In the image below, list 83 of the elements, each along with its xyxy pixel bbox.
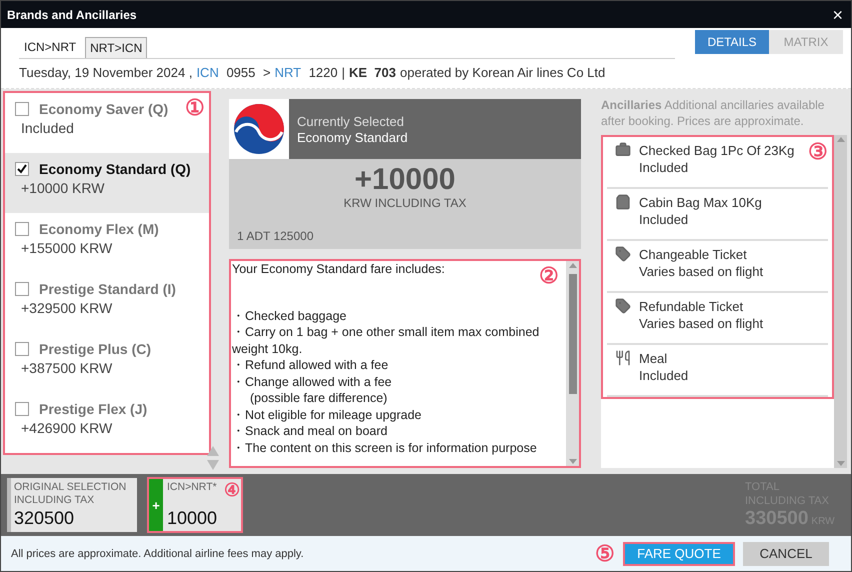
checkbox[interactable] xyxy=(15,162,29,176)
scrollbar[interactable] xyxy=(566,261,579,466)
utensils-icon xyxy=(615,350,631,366)
departure-time: 0955 xyxy=(225,65,256,80)
scroll-down-icon[interactable] xyxy=(568,459,576,464)
scroll-up-icon[interactable] xyxy=(836,137,844,142)
passenger-fare: 1 ADT 125000 xyxy=(236,229,315,245)
checkbox[interactable] xyxy=(15,282,29,296)
details-line: ・The content on this screen is for information purpose xyxy=(232,440,538,456)
details-line: ・Checked baggage xyxy=(232,308,348,324)
footer-note: All prices are approximate. Additional airline fees may apply. xyxy=(11,548,304,560)
fare-name: Prestige Flex (J) xyxy=(39,401,148,417)
ancillary-status: Varies based on flight xyxy=(639,263,764,280)
flight-date: Tuesday, 19 November 2024 , xyxy=(19,65,192,80)
fare-price: +329500 KRW xyxy=(20,300,114,316)
ancillary-name: Changeable Ticket xyxy=(639,246,748,264)
ancillary-status: Included xyxy=(639,367,688,384)
fare-name: Prestige Plus (C) xyxy=(39,341,152,357)
fare-name: Economy Flex (M) xyxy=(39,221,159,237)
details-line: ・Not eligible for mileage upgrade xyxy=(232,406,422,423)
bag-icon xyxy=(615,194,631,210)
fare-price: +387500 KRW xyxy=(20,360,114,376)
route-tab[interactable]: NRT>ICN xyxy=(85,37,148,58)
details-line: (possible fare difference) xyxy=(249,390,388,406)
ancillary-status: Varies based on flight xyxy=(639,315,764,332)
change-amount: 10000 xyxy=(167,507,218,529)
route-arrow: > xyxy=(263,65,271,80)
callout-number: ⑤ xyxy=(595,542,615,564)
window-title: Brands and Ancillaries xyxy=(7,8,137,22)
fare-price: Included xyxy=(20,120,75,136)
checkbox[interactable] xyxy=(15,342,29,356)
flight-number: KE 703 xyxy=(349,65,396,80)
checkbox[interactable] xyxy=(15,222,29,236)
details-line: ・Snack and meal on board xyxy=(232,423,388,440)
callout-number: ③ xyxy=(808,141,828,164)
fare-price: +426900 KRW xyxy=(20,420,114,436)
checkbox[interactable] xyxy=(15,102,29,116)
fare-price: +10000 KRW xyxy=(20,180,106,196)
fare-name: Economy Saver (Q) xyxy=(39,101,168,117)
ancillary-name: Cabin Bag Max 10Kg xyxy=(639,194,762,212)
scroll-down-icon[interactable] xyxy=(836,461,844,466)
original-label: ORIGINAL SELECTION INCLUDING TAX xyxy=(14,481,128,507)
briefcase-icon xyxy=(615,142,631,158)
ancillary-status: Included xyxy=(639,159,690,176)
details-line: ・Carry on 1 bag + one other small item max combined weight 10kg. xyxy=(232,324,540,357)
check-icon xyxy=(16,163,28,175)
details-line: ・Change allowed with a fee xyxy=(232,374,393,390)
separator: | xyxy=(342,65,346,80)
fare-name: Prestige Standard (I) xyxy=(39,281,176,297)
close-button[interactable]: × xyxy=(830,6,845,24)
destination-code: NRT xyxy=(274,65,302,80)
price-difference: +10000 xyxy=(354,163,456,196)
airline-logo xyxy=(232,102,286,156)
ancillary-name: Meal xyxy=(639,350,668,368)
arrival-time: 1220 xyxy=(308,65,338,80)
scroll-arrows-icon[interactable] xyxy=(207,446,219,470)
cancel-button[interactable]: CANCEL xyxy=(743,542,829,566)
change-label: ICN>NRT* xyxy=(167,481,218,494)
plus-sign: + xyxy=(149,479,163,531)
original-amount: 320500 xyxy=(14,507,76,529)
callout-number: ① xyxy=(185,97,205,119)
tag-icon xyxy=(615,298,631,314)
ancillaries-note: Ancillaries Additional ancillaries available after booking. Prices are approximate. xyxy=(601,97,826,130)
price-note: KRW INCLUDING TAX xyxy=(342,196,468,210)
details-line: ・Refund allowed with a fee xyxy=(232,357,390,374)
card-heading: Currently Selected xyxy=(297,114,405,128)
view-tab[interactable]: DETAILS xyxy=(695,30,769,54)
operator-text: operated by Korean Air lines Co Ltd xyxy=(400,65,606,80)
fare-price: +155000 KRW xyxy=(20,240,114,256)
scrollbar[interactable] xyxy=(834,135,847,468)
tag-icon xyxy=(615,246,631,262)
ancillary-name: Refundable Ticket xyxy=(639,298,744,316)
checkbox[interactable] xyxy=(15,402,29,416)
fare-option[interactable]: Economy Standard (Q) +10000 KRW xyxy=(5,153,209,213)
callout-number: ② xyxy=(539,265,559,287)
origin-code: ICN xyxy=(196,65,219,80)
scroll-up-icon[interactable] xyxy=(568,263,576,268)
ancillary-name: Checked Bag 1Pc Of 23Kg xyxy=(639,142,794,160)
selected-brand: Economy Standard xyxy=(297,130,408,144)
fare-name: Economy Standard (Q) xyxy=(39,161,191,177)
callout-number: ④ xyxy=(224,481,240,499)
details-intro: Your Economy Standard fare includes: xyxy=(232,261,445,278)
ancillary-status: Included xyxy=(639,211,690,228)
